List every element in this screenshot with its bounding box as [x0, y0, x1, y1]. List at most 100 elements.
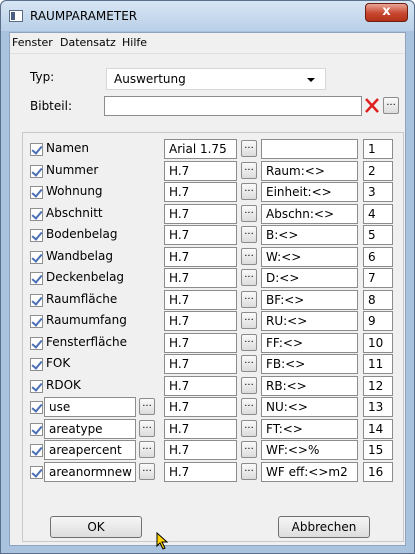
format-field[interactable]: FB:<>	[261, 354, 358, 374]
format-field[interactable]: Abschn:<>	[261, 203, 358, 224]
format-field[interactable]: W:<>	[261, 246, 358, 267]
font-browse-button[interactable]: ...	[241, 269, 257, 286]
row-checkbox[interactable]	[30, 186, 43, 199]
number-field[interactable]: 2	[363, 160, 393, 181]
font-browse-button[interactable]: ...	[241, 290, 257, 308]
menu-fenster[interactable]: Fenster	[12, 36, 53, 49]
font-field[interactable]: H.7	[164, 225, 237, 245]
row-checkbox[interactable]	[30, 293, 43, 307]
number-field[interactable]: 12	[363, 375, 393, 396]
number-field[interactable]: 15	[363, 440, 393, 460]
font-field[interactable]: H.7	[164, 268, 237, 288]
row-checkbox[interactable]	[30, 315, 43, 328]
number-field[interactable]: 7	[363, 268, 393, 288]
number-field[interactable]: 3	[363, 182, 393, 202]
ok-button[interactable]: OK	[50, 516, 142, 538]
bibteil-input[interactable]	[104, 96, 362, 116]
font-browse-button[interactable]: ...	[241, 161, 257, 179]
font-field[interactable]: H.7	[164, 440, 237, 460]
attribute-browse-button[interactable]: ...	[139, 441, 155, 458]
font-browse-button[interactable]: ...	[241, 355, 257, 372]
font-field[interactable]: H.7	[164, 246, 237, 267]
row-checkbox[interactable]	[30, 272, 43, 285]
font-browse-button[interactable]: ...	[241, 247, 257, 265]
font-browse-button[interactable]: ...	[241, 419, 257, 437]
number-field[interactable]: 4	[363, 203, 393, 224]
format-field[interactable]: D:<>	[261, 268, 358, 288]
menu-datensatz[interactable]: Datensatz	[60, 36, 116, 49]
font-browse-button[interactable]: ...	[241, 376, 257, 394]
font-browse-button[interactable]: ...	[241, 312, 257, 329]
font-browse-button[interactable]: ...	[241, 204, 257, 222]
format-field[interactable]	[261, 139, 358, 159]
row-checkbox[interactable]	[30, 444, 43, 457]
font-field[interactable]: H.7	[164, 203, 237, 224]
row-checkbox[interactable]	[30, 422, 43, 436]
attribute-browse-button[interactable]: ...	[139, 398, 155, 415]
font-browse-button[interactable]: ...	[241, 462, 257, 480]
font-field[interactable]: H.7	[164, 461, 237, 482]
row-checkbox[interactable]	[30, 164, 43, 178]
format-field[interactable]: FF:<>	[261, 332, 358, 353]
format-field[interactable]: FT:<>	[261, 418, 358, 439]
custom-parameter-row: areapercent... H.7... WF:<>% 15	[23, 439, 403, 461]
attribute-name-field[interactable]: use	[44, 397, 136, 417]
row-checkbox[interactable]	[30, 401, 43, 414]
font-field[interactable]: H.7	[164, 375, 237, 396]
number-field[interactable]: 14	[363, 418, 393, 439]
typ-dropdown[interactable]: Auswertung	[106, 68, 326, 90]
number-field[interactable]: 6	[363, 246, 393, 267]
row-checkbox[interactable]	[30, 229, 43, 242]
row-checkbox[interactable]	[30, 207, 43, 221]
attribute-name-field[interactable]: areatype	[44, 418, 136, 439]
number-field[interactable]: 5	[363, 225, 393, 245]
attribute-name-field[interactable]: areanormnew	[44, 461, 136, 482]
font-field[interactable]: H.7	[164, 418, 237, 439]
format-field[interactable]: Raum:<>	[261, 160, 358, 181]
number-field[interactable]: 13	[363, 397, 393, 417]
titlebar[interactable]: RAUMPARAMETER x	[1, 1, 414, 31]
font-browse-button[interactable]: ...	[241, 441, 257, 458]
row-checkbox[interactable]	[30, 336, 43, 350]
font-browse-button[interactable]: ...	[241, 333, 257, 351]
number-field[interactable]: 11	[363, 354, 393, 374]
format-field[interactable]: WF eff:<>m2	[261, 461, 358, 482]
font-field[interactable]: H.7	[164, 289, 237, 310]
font-field[interactable]: H.7	[164, 332, 237, 353]
number-field[interactable]: 9	[363, 311, 393, 331]
format-field[interactable]: WF:<>%	[261, 440, 358, 460]
font-browse-button[interactable]: ...	[241, 183, 257, 200]
font-browse-button[interactable]: ...	[241, 226, 257, 243]
font-field[interactable]: H.7	[164, 311, 237, 331]
bibteil-browse-button[interactable]: ...	[383, 97, 399, 114]
format-field[interactable]: B:<>	[261, 225, 358, 245]
delete-icon[interactable]	[364, 97, 380, 114]
row-checkbox[interactable]	[30, 379, 43, 393]
number-field[interactable]: 10	[363, 332, 393, 353]
attribute-browse-button[interactable]: ...	[139, 419, 155, 437]
font-field[interactable]: H.7	[164, 397, 237, 417]
format-field[interactable]: NU:<>	[261, 397, 358, 417]
format-field[interactable]: BF:<>	[261, 289, 358, 310]
number-field[interactable]: 1	[363, 139, 393, 159]
font-browse-button[interactable]: ...	[241, 140, 257, 157]
attribute-browse-button[interactable]: ...	[139, 462, 155, 480]
menu-hilfe[interactable]: Hilfe	[122, 36, 147, 49]
format-field[interactable]: RU:<>	[261, 311, 358, 331]
number-field[interactable]: 8	[363, 289, 393, 310]
font-field[interactable]: H.7	[164, 182, 237, 202]
row-checkbox[interactable]	[30, 143, 43, 156]
font-field[interactable]: H.7	[164, 354, 237, 374]
font-browse-button[interactable]: ...	[241, 398, 257, 415]
cancel-button[interactable]: Abbrechen	[278, 516, 370, 538]
row-checkbox[interactable]	[30, 465, 43, 479]
number-field[interactable]: 16	[363, 461, 393, 482]
row-checkbox[interactable]	[30, 250, 43, 264]
attribute-name-field[interactable]: areapercent	[44, 440, 136, 460]
row-checkbox[interactable]	[30, 358, 43, 371]
font-field[interactable]: H.7	[164, 160, 237, 181]
font-field[interactable]: Arial 1.75	[164, 139, 237, 159]
format-field[interactable]: RB:<>	[261, 375, 358, 396]
close-button[interactable]: x	[365, 3, 408, 22]
format-field[interactable]: Einheit:<>	[261, 182, 358, 202]
